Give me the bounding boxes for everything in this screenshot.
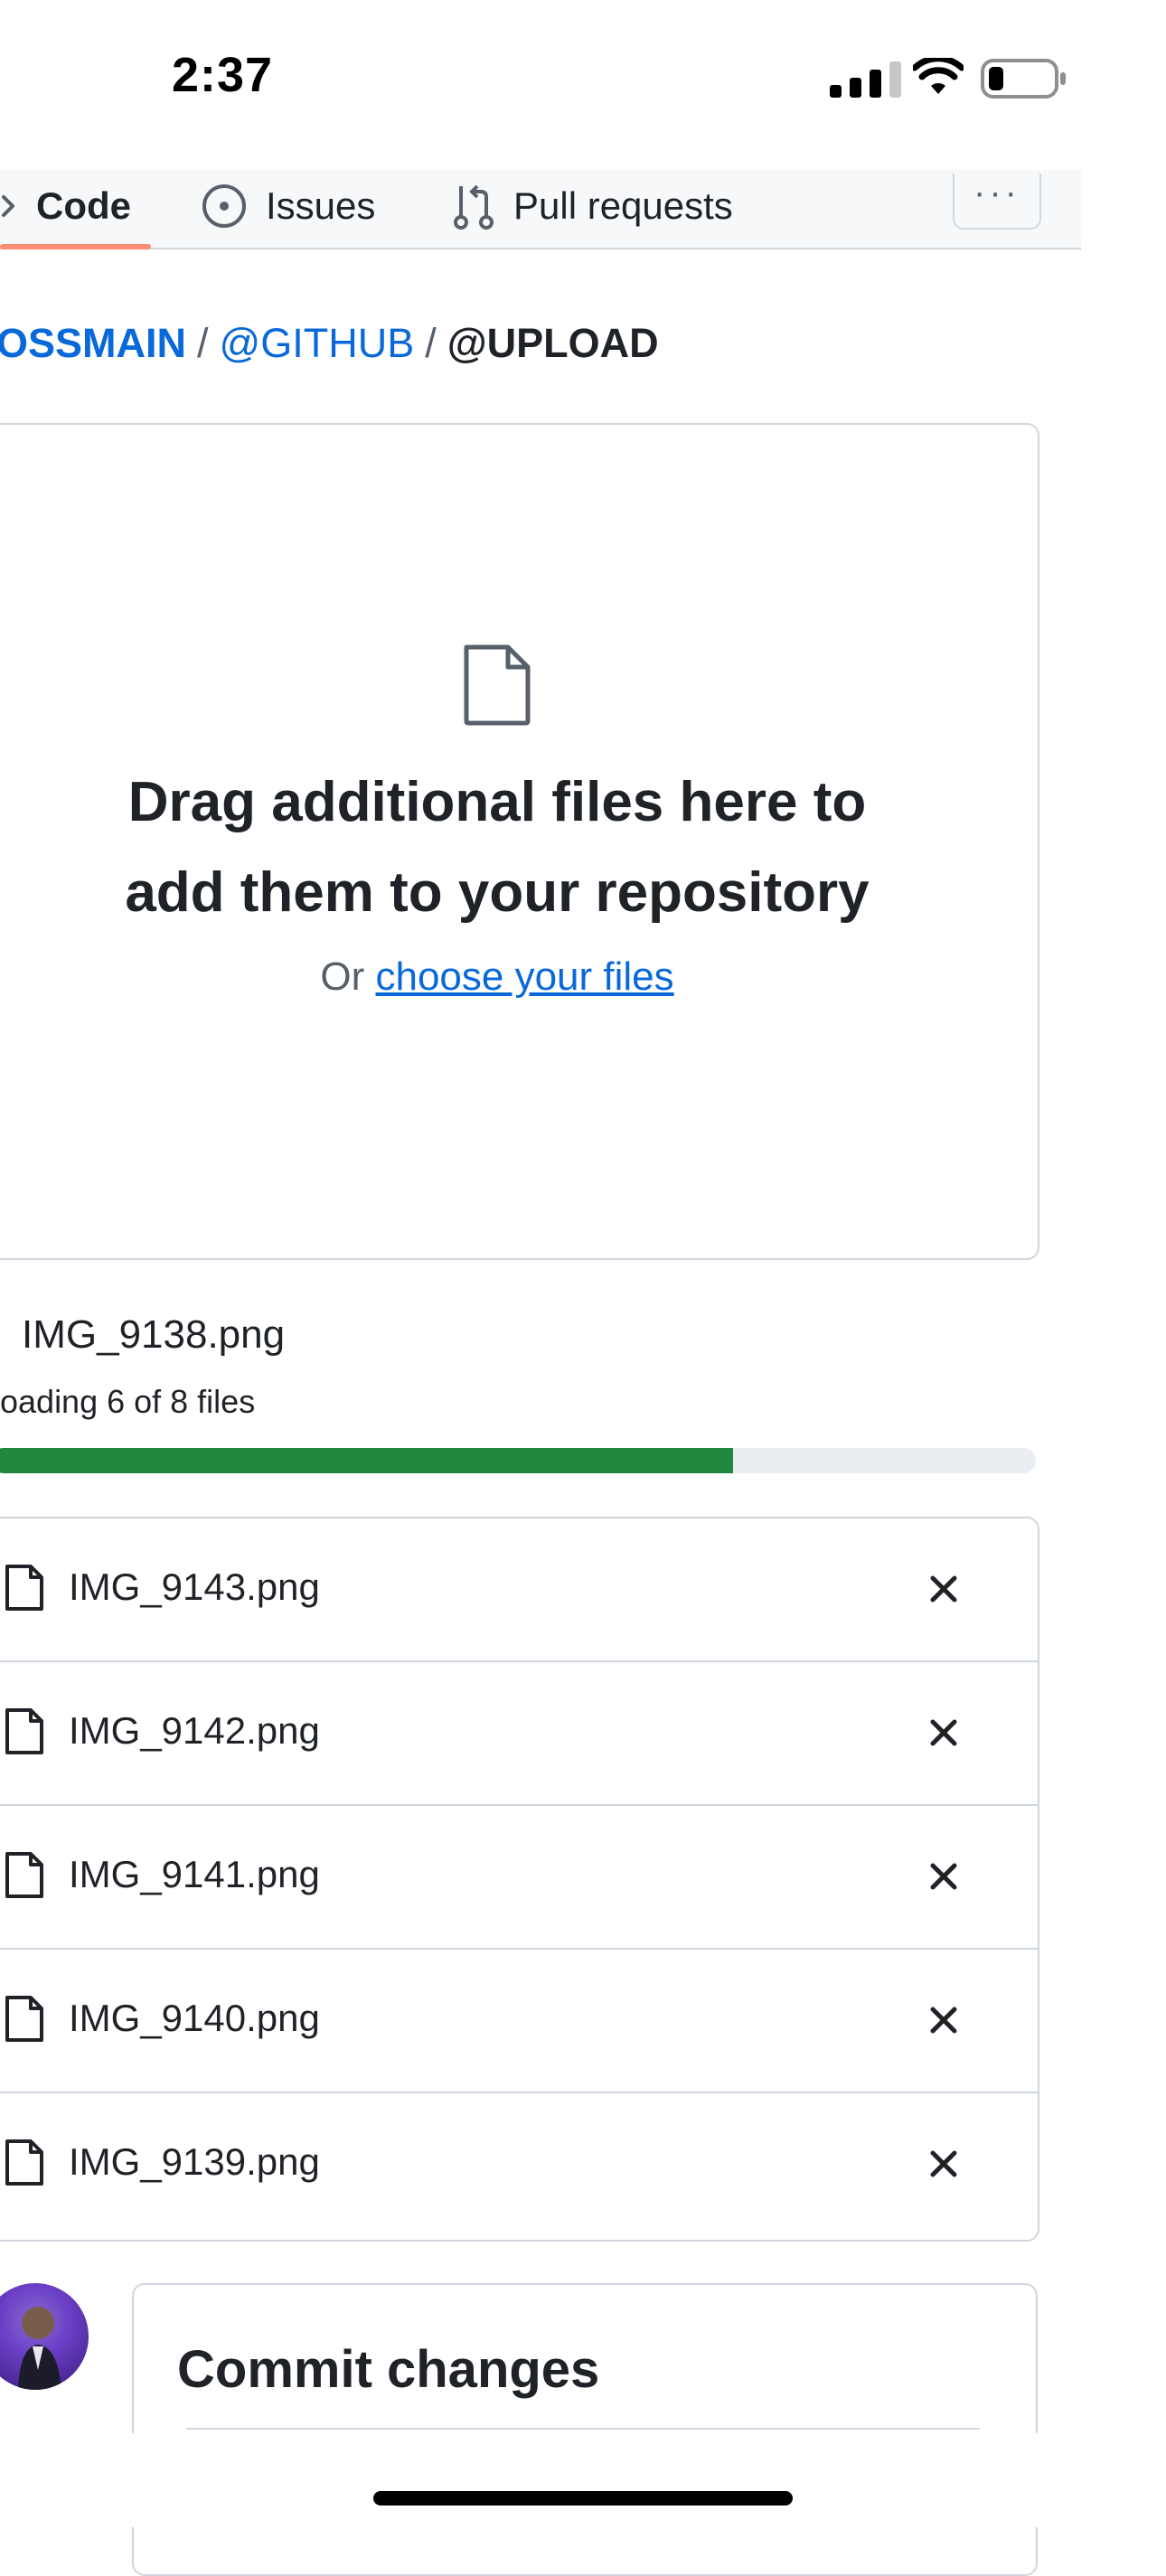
tab-pull-requests[interactable]: Pull requests	[452, 181, 733, 231]
wifi-icon	[913, 58, 964, 94]
upload-progress-fill	[0, 1448, 733, 1473]
tab-issues[interactable]: Issues	[201, 181, 375, 231]
bottom-safe-area	[0, 2433, 1166, 2527]
breadcrumb-repo-link[interactable]: @GITHUB	[220, 320, 415, 366]
commit-message-field[interactable]	[186, 2428, 980, 2430]
tab-code[interactable]: Code	[0, 181, 151, 249]
file-name: IMG_9142.png	[69, 1709, 320, 1752]
breadcrumb-current-folder: @UPLOAD	[447, 320, 659, 366]
remove-file-icon[interactable]	[924, 1857, 964, 1896]
dropzone-or-text: Or	[320, 954, 365, 999]
commit-changes-panel	[132, 2283, 1038, 2576]
file-name: IMG_9143.png	[69, 1565, 320, 1608]
tab-pull-requests-label: Pull requests	[513, 184, 733, 227]
remove-file-icon[interactable]	[924, 2144, 964, 2184]
upload-progress-bar	[0, 1448, 1036, 1473]
user-photo	[18, 2307, 61, 2390]
file-row: IMG_9141.png	[0, 1806, 1038, 1950]
tab-code-label: Code	[36, 184, 131, 227]
uploaded-file-list: IMG_9143.png IMG_9142.png IMG_9141.png I…	[0, 1517, 1039, 2242]
repo-nav-bar: Code Issues Pull requests	[0, 170, 1081, 249]
file-icon	[5, 1708, 43, 1754]
more-options-button[interactable]: ···	[953, 172, 1041, 230]
current-upload-filename: IMG_9138.png	[22, 1312, 286, 1357]
git-pull-request-icon	[454, 184, 494, 230]
avatar	[0, 2283, 89, 2390]
remove-file-icon[interactable]	[924, 2000, 964, 2040]
file-row: IMG_9142.png	[0, 1662, 1038, 1806]
breadcrumb: OSSMAIN / @GITHUB / @UPLOAD	[0, 320, 659, 367]
status-time: 2:37	[172, 48, 274, 102]
active-tab-underline	[0, 244, 151, 249]
dropzone-title: Drag additional files here to add them t…	[90, 757, 904, 938]
dropzone-title-line-1: Drag additional files here to	[127, 771, 867, 833]
file-row: IMG_9143.png	[0, 1518, 1038, 1662]
file-row: IMG_9140.png	[0, 1950, 1038, 2093]
file-icon	[5, 1996, 43, 2042]
file-icon	[5, 1565, 43, 1611]
commit-changes-title: Commit changes	[177, 2340, 600, 2399]
cellular-signal-icon	[830, 61, 901, 98]
upload-progress-text: loading 6 of 8 files	[0, 1383, 256, 1420]
file-name: IMG_9140.png	[69, 1997, 320, 2039]
tab-issues-label: Issues	[266, 184, 376, 227]
remove-file-icon[interactable]	[924, 1569, 964, 1609]
chevron-right-icon	[2, 195, 14, 217]
file-icon	[5, 2139, 43, 2186]
file-name: IMG_9141.png	[69, 1853, 320, 1895]
dropzone-title-line-2: add them to your repository	[125, 861, 870, 924]
issue-opened-icon	[202, 184, 246, 228]
file-row: IMG_9139.png	[0, 2093, 1038, 2237]
breadcrumb-separator: /	[425, 320, 437, 366]
battery-icon	[981, 59, 1066, 99]
file-icon	[5, 1852, 43, 1898]
home-indicator[interactable]	[373, 2491, 793, 2505]
breadcrumb-separator: /	[197, 320, 209, 366]
kebab-icon: ···	[973, 172, 1020, 212]
breadcrumb-owner-link[interactable]: OSSMAIN	[0, 320, 186, 366]
remove-file-icon[interactable]	[924, 1713, 964, 1753]
file-name: IMG_9139.png	[69, 2140, 320, 2183]
file-icon	[464, 644, 531, 726]
dropzone-subtitle: Or choose your files	[90, 954, 904, 1000]
choose-files-link[interactable]: choose your files	[375, 954, 673, 999]
